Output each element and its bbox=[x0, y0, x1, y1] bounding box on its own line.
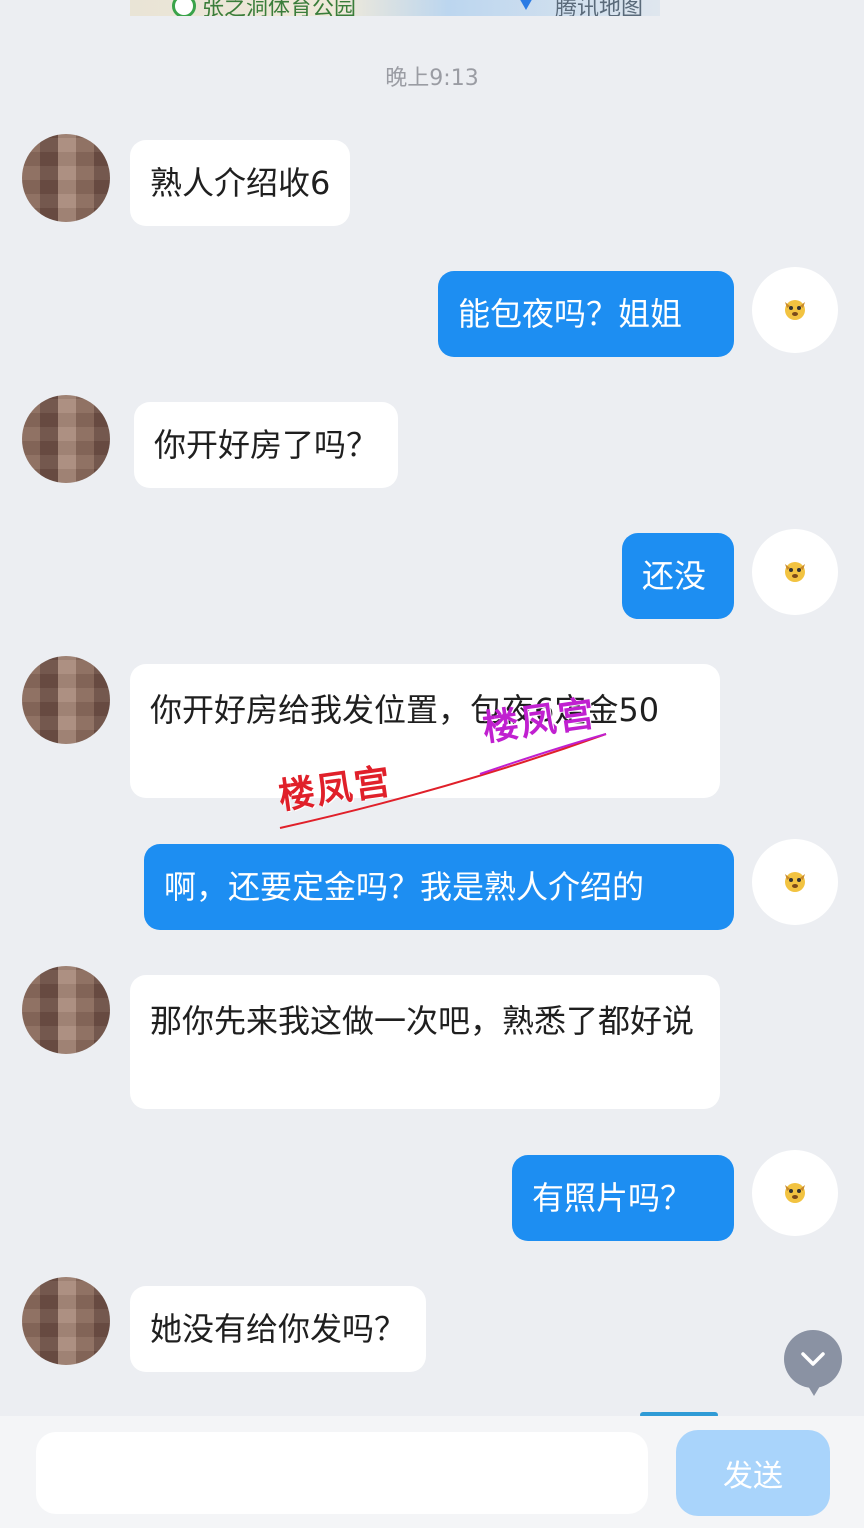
message-incoming[interactable]: 你开好房给我发位置，包夜6定金50 bbox=[130, 664, 720, 798]
message-outgoing[interactable]: 还没 bbox=[622, 533, 734, 619]
message-outgoing[interactable]: 能包夜吗？姐姐 bbox=[438, 271, 734, 357]
contact-avatar[interactable] bbox=[22, 395, 110, 483]
dog-sticker-icon bbox=[785, 872, 805, 892]
message-incoming[interactable]: 熟人介绍收6 bbox=[130, 140, 351, 226]
dog-sticker-icon bbox=[785, 1183, 805, 1203]
contact-avatar[interactable] bbox=[22, 656, 110, 744]
composer-bar: 发送 bbox=[0, 1416, 864, 1528]
map-place-label: 张之洞体育公园 bbox=[202, 0, 357, 16]
chat-timestamp: 晚上9:13 bbox=[385, 66, 479, 91]
contact-avatar[interactable] bbox=[22, 134, 110, 222]
message-outgoing[interactable]: 啊，还要定金吗？我是熟人介绍的 bbox=[144, 844, 734, 930]
message-incoming[interactable]: 那你先来我这做一次吧，熟悉了都好说 bbox=[130, 975, 720, 1109]
self-avatar[interactable] bbox=[752, 267, 838, 353]
message-outgoing[interactable]: 有照片吗？ bbox=[512, 1155, 734, 1241]
dog-sticker-icon bbox=[785, 300, 805, 320]
map-preview[interactable]: 张之洞体育公园 腾讯地图 bbox=[130, 0, 660, 16]
contact-avatar[interactable] bbox=[22, 966, 110, 1054]
message-incoming[interactable]: 她没有给你发吗？ bbox=[130, 1286, 427, 1372]
message-input[interactable] bbox=[36, 1432, 648, 1514]
location-arrow-icon bbox=[518, 0, 534, 10]
map-provider-label: 腾讯地图 bbox=[555, 0, 644, 16]
scroll-to-bottom-button[interactable] bbox=[784, 1330, 842, 1396]
message-incoming[interactable]: 你开好房了吗？ bbox=[134, 402, 399, 488]
self-avatar[interactable] bbox=[752, 839, 838, 925]
dog-sticker-icon bbox=[785, 562, 805, 582]
send-button[interactable]: 发送 bbox=[676, 1430, 830, 1516]
self-avatar[interactable] bbox=[752, 529, 838, 615]
self-avatar[interactable] bbox=[752, 1150, 838, 1236]
chevron-down-icon bbox=[801, 1352, 825, 1366]
park-pin-icon bbox=[172, 0, 196, 16]
contact-avatar[interactable] bbox=[22, 1277, 110, 1365]
